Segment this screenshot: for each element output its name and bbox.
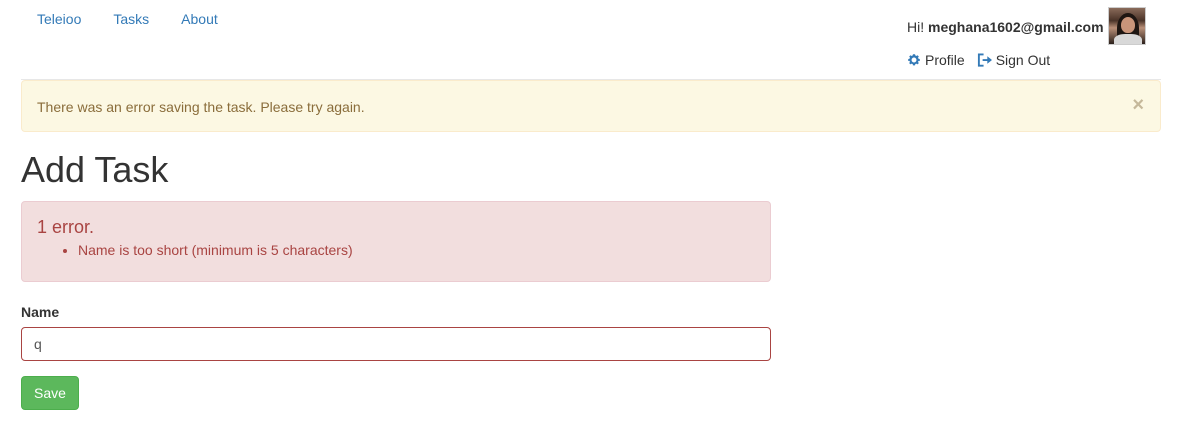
page-title: Add Task xyxy=(21,149,169,190)
nav-link-teleioo[interactable]: Teleioo xyxy=(21,11,97,27)
sign-out-icon xyxy=(977,53,992,67)
name-input[interactable] xyxy=(21,327,771,361)
navbar: Teleioo Tasks About Hi! meghana1602@gmai… xyxy=(21,0,1161,80)
nav-link-tasks[interactable]: Tasks xyxy=(97,11,165,27)
error-summary: 1 error. Name is too short (minimum is 5… xyxy=(21,201,771,282)
avatar[interactable] xyxy=(1107,7,1146,45)
profile-link[interactable]: Profile xyxy=(907,52,965,68)
signout-label: Sign Out xyxy=(995,52,1051,68)
user-links: Profile Sign Out xyxy=(907,52,1147,68)
profile-label: Profile xyxy=(925,52,965,68)
greeting-row: Hi! meghana1602@gmail.com xyxy=(907,7,1147,45)
user-greeting: Hi! meghana1602@gmail.com xyxy=(907,19,1104,35)
warning-message: There was an error saving the task. Plea… xyxy=(37,99,365,115)
gear-icon xyxy=(907,53,921,67)
error-list: Name is too short (minimum is 5 characte… xyxy=(38,240,353,260)
page: Teleioo Tasks About Hi! meghana1602@gmai… xyxy=(0,0,1182,424)
nav-links: Teleioo Tasks About xyxy=(21,11,234,27)
error-count: 1 error. xyxy=(37,217,95,237)
name-label: Name xyxy=(21,304,60,320)
greeting-prefix: Hi! xyxy=(907,19,925,35)
close-icon[interactable]: × xyxy=(1132,95,1144,115)
error-item: Name is too short (minimum is 5 characte… xyxy=(78,240,353,260)
nav-link-about[interactable]: About xyxy=(165,11,234,27)
save-button[interactable]: Save xyxy=(21,376,79,410)
user-email: meghana1602@gmail.com xyxy=(928,19,1104,35)
warning-alert: There was an error saving the task. Plea… xyxy=(21,80,1161,132)
avatar-shirt xyxy=(1113,34,1142,44)
avatar-face xyxy=(1120,17,1135,33)
signout-link[interactable]: Sign Out xyxy=(977,52,1050,68)
user-area: Hi! meghana1602@gmail.com Profile Sign O… xyxy=(907,7,1147,68)
